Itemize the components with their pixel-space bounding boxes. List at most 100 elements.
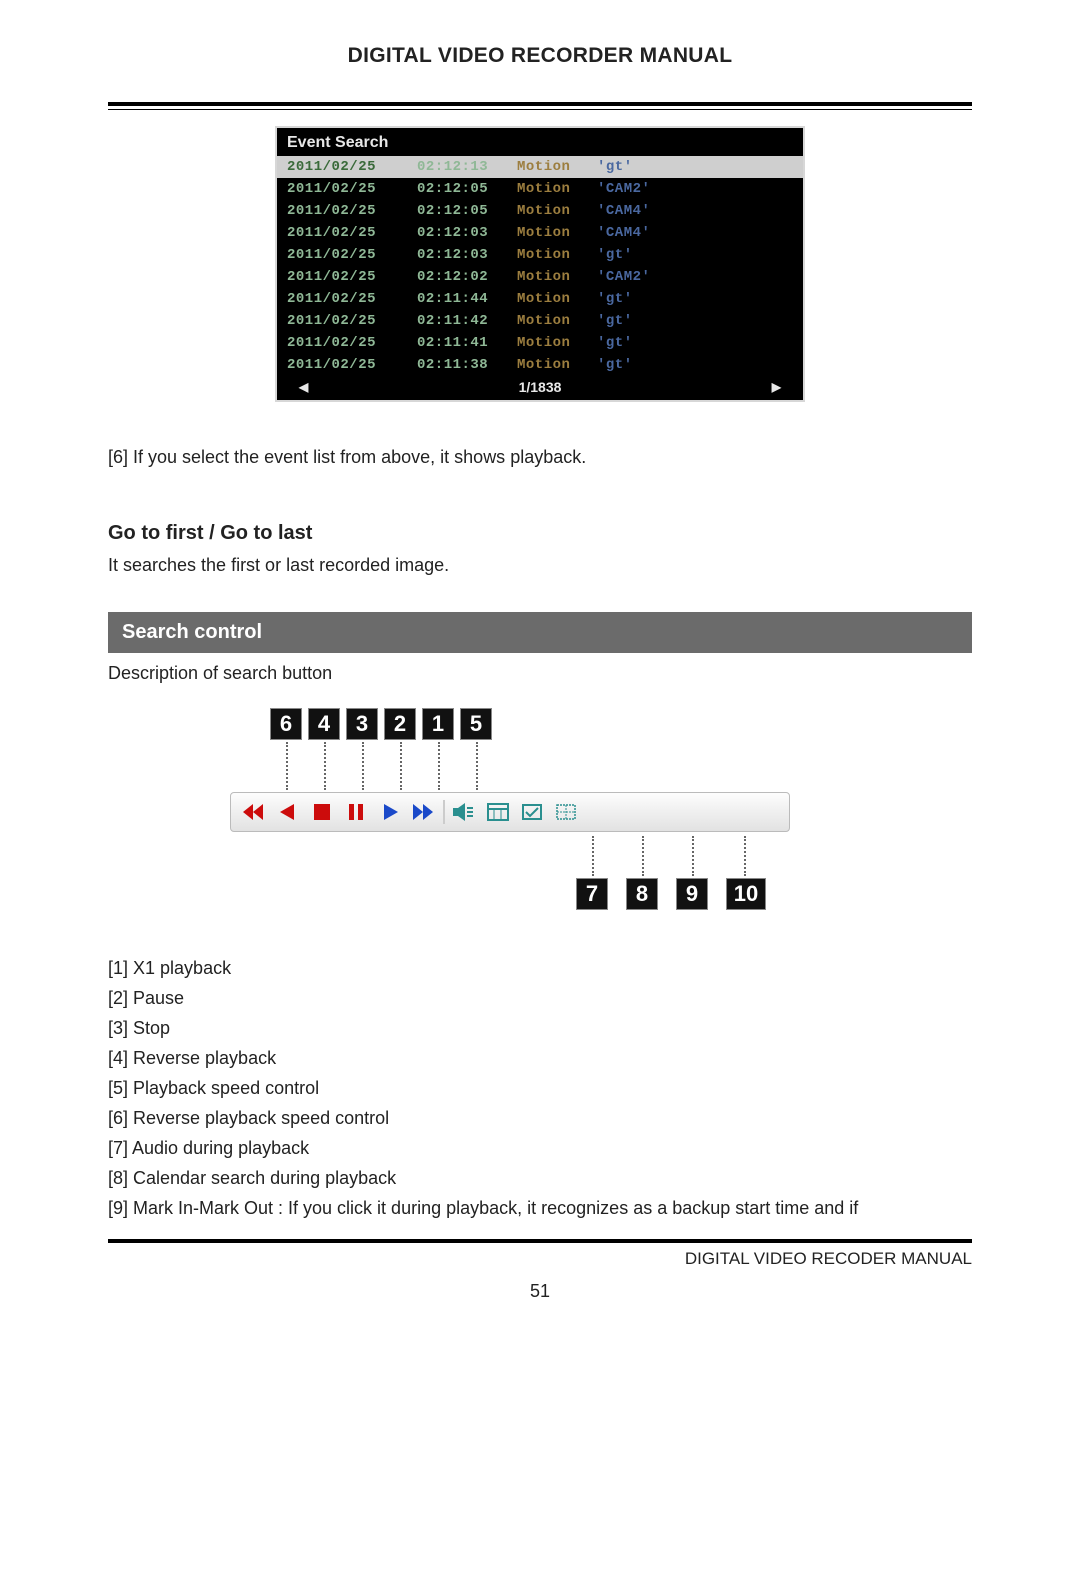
pause-icon[interactable] — [341, 798, 371, 826]
dotted-line — [286, 742, 288, 790]
numbox-9: 9 — [676, 878, 708, 910]
fast-rewind-icon[interactable] — [239, 798, 269, 826]
event-search-title: Event Search — [277, 128, 803, 156]
event-type: Motion — [517, 203, 597, 219]
paragraph-after-event: [6] If you select the event list from ab… — [108, 444, 972, 472]
event-time: 02:11:44 — [417, 291, 517, 307]
numbox-10: 10 — [726, 878, 766, 910]
pager-indicator: 1/1838 — [519, 379, 562, 395]
event-cam: 'CAM2' — [597, 269, 650, 285]
pager-next[interactable]: ▶ — [772, 380, 781, 394]
event-time: 02:12:05 — [417, 203, 517, 219]
dotted-line — [400, 742, 402, 790]
dotted-line — [692, 836, 694, 876]
footer-row: DIGITAL VIDEO RECODER MANUAL — [108, 1249, 972, 1269]
playback-toolbar — [230, 792, 790, 832]
event-cam: 'gt' — [597, 291, 633, 307]
event-type: Motion — [517, 335, 597, 351]
numbox-3: 3 — [346, 708, 378, 740]
event-type: Motion — [517, 225, 597, 241]
dotted-line — [438, 742, 440, 790]
section-gofirst-text: It searches the first or last recorded i… — [108, 555, 972, 576]
event-date: 2011/02/25 — [287, 159, 417, 175]
grid-icon[interactable] — [551, 798, 581, 826]
search-control-banner: Search control — [108, 612, 972, 653]
pager-prev[interactable]: ◀ — [299, 380, 308, 394]
event-type: Motion — [517, 357, 597, 373]
legend-list: [1] X1 playback[2] Pause[3] Stop[4] Reve… — [108, 958, 972, 1219]
event-cam: 'gt' — [597, 313, 633, 329]
event-cam: 'gt' — [597, 159, 633, 175]
event-cam: 'CAM4' — [597, 225, 650, 241]
dotted-line — [642, 836, 644, 876]
event-cam: 'gt' — [597, 335, 633, 351]
numbox-6: 6 — [270, 708, 302, 740]
dotted-line — [324, 742, 326, 790]
event-type: Motion — [517, 159, 597, 175]
event-search-wrapper: Event Search 2011/02/2502:12:13Motion'gt… — [108, 126, 972, 402]
event-type: Motion — [517, 291, 597, 307]
fast-forward-icon[interactable] — [409, 798, 439, 826]
event-time: 02:11:41 — [417, 335, 517, 351]
event-cam: 'gt' — [597, 247, 633, 263]
event-row[interactable]: 2011/02/2502:12:03Motion'CAM4' — [277, 222, 803, 244]
event-row[interactable]: 2011/02/2502:12:13Motion'gt' — [277, 156, 803, 178]
dotted-line — [362, 742, 364, 790]
toolbar-separator — [443, 800, 445, 824]
event-row[interactable]: 2011/02/2502:12:02Motion'CAM2' — [277, 266, 803, 288]
divider-bottom — [108, 1239, 972, 1243]
event-type: Motion — [517, 313, 597, 329]
dotted-line — [476, 742, 478, 790]
event-date: 2011/02/25 — [287, 313, 417, 329]
event-row[interactable]: 2011/02/2502:11:42Motion'gt' — [277, 310, 803, 332]
reverse-play-icon[interactable] — [273, 798, 303, 826]
event-type: Motion — [517, 181, 597, 197]
event-date: 2011/02/25 — [287, 269, 417, 285]
calendar-icon[interactable] — [483, 798, 513, 826]
event-date: 2011/02/25 — [287, 203, 417, 219]
page-title: DIGITAL VIDEO RECORDER MANUAL — [108, 44, 972, 68]
legend-item: [8] Calendar search during playback — [108, 1168, 972, 1189]
legend-item: [5] Playback speed control — [108, 1078, 972, 1099]
event-time: 02:12:03 — [417, 247, 517, 263]
event-date: 2011/02/25 — [287, 247, 417, 263]
numbox-1: 1 — [422, 708, 454, 740]
numbox-2: 2 — [384, 708, 416, 740]
audio-icon[interactable] — [449, 798, 479, 826]
legend-item: [6] Reverse playback speed control — [108, 1108, 972, 1129]
legend-item: [1] X1 playback — [108, 958, 972, 979]
event-row[interactable]: 2011/02/2502:12:05Motion'CAM2' — [277, 178, 803, 200]
legend-item: [7] Audio during playback — [108, 1138, 972, 1159]
footer-right-text: DIGITAL VIDEO RECODER MANUAL — [685, 1249, 972, 1269]
stop-icon[interactable] — [307, 798, 337, 826]
numbox-8: 8 — [626, 878, 658, 910]
control-diagram-wrap: 6 4 3 2 1 5 — [108, 708, 972, 918]
event-time: 02:12:03 — [417, 225, 517, 241]
numbox-5: 5 — [460, 708, 492, 740]
play-icon[interactable] — [375, 798, 405, 826]
event-row[interactable]: 2011/02/2502:11:44Motion'gt' — [277, 288, 803, 310]
section-gofirst-title: Go to first / Go to last — [108, 522, 972, 545]
legend-item: [4] Reverse playback — [108, 1048, 972, 1069]
control-diagram: 6 4 3 2 1 5 — [240, 708, 840, 918]
numbox-4: 4 — [308, 708, 340, 740]
event-row[interactable]: 2011/02/2502:12:03Motion'gt' — [277, 244, 803, 266]
event-time: 02:11:42 — [417, 313, 517, 329]
mark-in-out-icon[interactable] — [517, 798, 547, 826]
event-row[interactable]: 2011/02/2502:12:05Motion'CAM4' — [277, 200, 803, 222]
event-date: 2011/02/25 — [287, 335, 417, 351]
numbox-7: 7 — [576, 878, 608, 910]
event-row[interactable]: 2011/02/2502:11:41Motion'gt' — [277, 332, 803, 354]
event-time: 02:12:02 — [417, 269, 517, 285]
event-cam: 'gt' — [597, 357, 633, 373]
dotted-line — [744, 836, 746, 876]
event-rows: 2011/02/2502:12:13Motion'gt'2011/02/2502… — [277, 156, 803, 376]
event-row[interactable]: 2011/02/2502:11:38Motion'gt' — [277, 354, 803, 376]
legend-item: [9] Mark In-Mark Out : If you click it d… — [108, 1198, 972, 1219]
page-number: 51 — [108, 1281, 972, 1302]
event-date: 2011/02/25 — [287, 181, 417, 197]
event-time: 02:12:05 — [417, 181, 517, 197]
event-type: Motion — [517, 269, 597, 285]
desc-line: Description of search button — [108, 663, 972, 684]
legend-item: [3] Stop — [108, 1018, 972, 1039]
